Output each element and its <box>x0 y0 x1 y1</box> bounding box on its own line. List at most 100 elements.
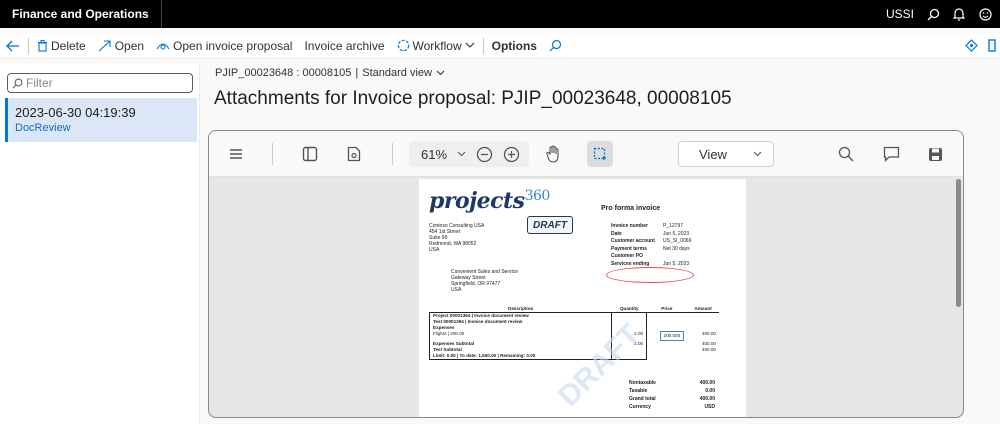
action-pane: Delete Open Open invoice proposal Invoic… <box>0 33 1000 59</box>
list-item-title: 2023-06-30 04:19:39 <box>15 105 136 120</box>
save-icon[interactable] <box>928 143 943 165</box>
total-label: Taxable <box>629 388 648 394</box>
eye-icon <box>156 42 170 50</box>
list-pane: Filter 2023-06-30 04:19:39 DocReview <box>0 64 200 424</box>
viewer-toolbar: 61% View <box>209 131 963 177</box>
delete-label: Delete <box>51 38 86 53</box>
amount-cell: 400.00 <box>701 331 716 336</box>
filter-input[interactable]: Filter <box>7 73 193 93</box>
total-value: 0.00 <box>705 388 715 394</box>
separator <box>272 143 273 165</box>
options-tab[interactable]: Options <box>486 33 543 59</box>
diamond-icon[interactable] <box>965 39 978 52</box>
zoom-out-icon[interactable] <box>476 146 493 163</box>
total-row: Currency USD <box>629 403 715 411</box>
meta-label: Date <box>611 230 622 237</box>
invoice-lines-table: Description Quantity Price Amount Project 00… <box>428 305 720 360</box>
action-search-button[interactable] <box>543 33 568 59</box>
record-caption: PJIP_00023648 : 00008105 <box>215 67 352 79</box>
search-icon <box>12 78 23 88</box>
scrollbar[interactable] <box>956 179 961 307</box>
separator <box>482 37 484 54</box>
meta-label: Invoice number <box>611 223 648 229</box>
table-row: Flights | 200.00 2.00 200.000 400.00 <box>428 331 720 341</box>
list-item[interactable]: 2023-06-30 04:19:39 DocReview <box>5 98 197 142</box>
invoice-archive-label: Invoice archive <box>304 38 385 53</box>
invoice-archive-button[interactable]: Invoice archive <box>298 33 390 59</box>
search-icon[interactable] <box>838 143 854 165</box>
total-value: USD <box>704 404 715 410</box>
zoom-level: 61% <box>421 146 448 162</box>
separator <box>28 37 29 54</box>
select-tool-icon[interactable] <box>587 141 613 167</box>
total-value: 400.00 <box>699 396 715 402</box>
chevron-down-icon[interactable] <box>457 151 466 157</box>
address-line: USA <box>451 287 462 293</box>
workflow-icon <box>397 39 409 52</box>
workflow-button[interactable]: Workflow <box>391 33 481 59</box>
app-title[interactable]: Finance and Operations <box>0 0 162 28</box>
total-row: Taxable 0.00 <box>629 387 715 395</box>
menu-icon[interactable] <box>229 143 243 165</box>
back-arrow-icon <box>6 40 19 51</box>
comment-icon[interactable] <box>883 143 900 165</box>
zoom-in-icon[interactable] <box>503 146 520 163</box>
price-input[interactable]: 200.000 <box>659 331 685 341</box>
price-cell <box>647 353 688 360</box>
smiley-icon[interactable] <box>978 7 992 21</box>
meta-value: Jun 5, 2023 <box>663 260 690 267</box>
from-address: Contoso Consulting USA 454 1st Street Suit… <box>429 223 484 253</box>
to-address: Convenient Sales and Service Gateway Stre… <box>451 269 518 293</box>
search-icon <box>549 39 562 52</box>
invoice-title: Pro forma invoice <box>601 205 661 212</box>
meta-label: Customer PO <box>611 253 643 259</box>
chevron-down-icon[interactable] <box>436 70 445 76</box>
breadcrumb-separator: | <box>355 67 359 79</box>
annotation-circle[interactable] <box>606 267 694 283</box>
total-label: Nontaxable <box>629 380 656 386</box>
open-button[interactable]: Open <box>92 33 150 59</box>
breadcrumb: PJIP_00023648 : 00008105 | Standard view <box>215 67 445 79</box>
invoice-totals: Nontaxable 400.00 Taxable 0.00 Grand total 40… <box>629 379 715 411</box>
column-header: Price <box>646 305 688 313</box>
action-right-group <box>965 39 1000 52</box>
meta-value: P_12797 <box>663 223 684 229</box>
meta-label: Customer account <box>611 238 655 244</box>
options-label: Options <box>491 38 537 53</box>
open-invoice-proposal-button[interactable]: Open invoice proposal <box>150 33 298 59</box>
bell-icon[interactable] <box>952 7 966 21</box>
meta-row: Customer account US_SI_0069 <box>611 238 691 246</box>
meta-value: US_SI_0069 <box>663 238 692 244</box>
company-picker[interactable]: USSI <box>886 7 914 21</box>
meta-value: Net 30 days <box>663 245 690 252</box>
invoice-meta: Invoice number P_12797 Date Jun 5, 2023 Cust… <box>611 223 691 268</box>
search-icon[interactable] <box>926 7 940 21</box>
description-cell: Flights | 200.00 <box>428 331 613 341</box>
company-logo: projects360 <box>429 188 550 214</box>
document-settings-icon[interactable] <box>347 143 361 165</box>
zoom-control[interactable]: 61% <box>409 141 529 167</box>
column-header: Amount <box>687 305 719 313</box>
draft-stamp: DRAFT <box>527 216 573 234</box>
document-page: projects360 DRAFT Pro forma invoice Cont… <box>419 179 746 417</box>
hand-tool-icon[interactable] <box>546 143 562 165</box>
total-row: Grand total 400.00 <box>629 395 715 403</box>
sidebar-toggle-icon[interactable] <box>302 143 318 165</box>
view-dropdown[interactable]: View <box>678 141 774 167</box>
amount-cell <box>687 353 719 360</box>
chevron-down-icon <box>753 151 762 157</box>
meta-label: Payment terms <box>611 245 647 252</box>
office-icon[interactable] <box>988 39 996 52</box>
separator <box>392 143 393 165</box>
meta-row: Invoice number P_12797 <box>611 223 691 231</box>
meta-row: Payment terms Net 30 days <box>611 246 691 254</box>
address-line: USA <box>429 247 440 253</box>
view-selector[interactable]: Standard view <box>362 67 432 79</box>
list-item-subtitle[interactable]: DocReview <box>15 122 197 134</box>
total-row: Nontaxable 400.00 <box>629 379 715 387</box>
delete-button[interactable]: Delete <box>31 33 92 59</box>
back-button[interactable] <box>0 33 26 59</box>
document-viewer: 61% View projects360 DRAFT Pro forma inv… <box>208 130 964 418</box>
column-header: Description <box>429 305 612 313</box>
open-arrow-icon <box>98 39 111 51</box>
